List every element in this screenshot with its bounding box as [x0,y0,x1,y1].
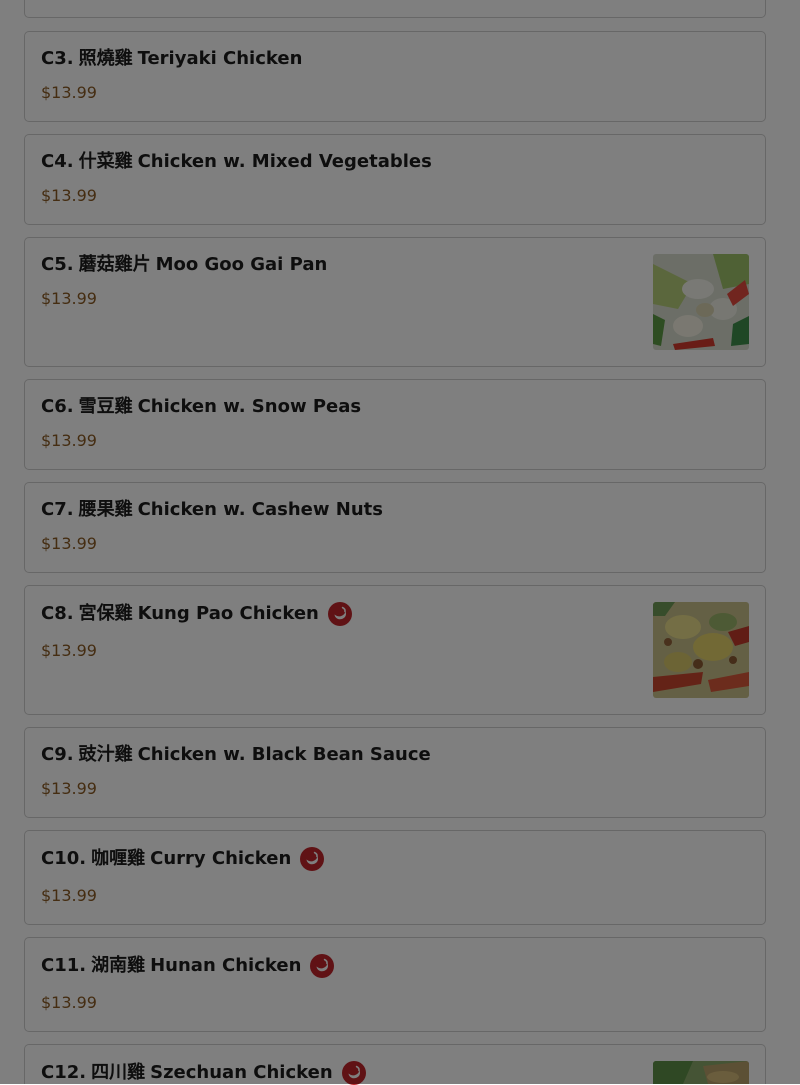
modal-backdrop-overlay[interactable] [0,0,800,1084]
